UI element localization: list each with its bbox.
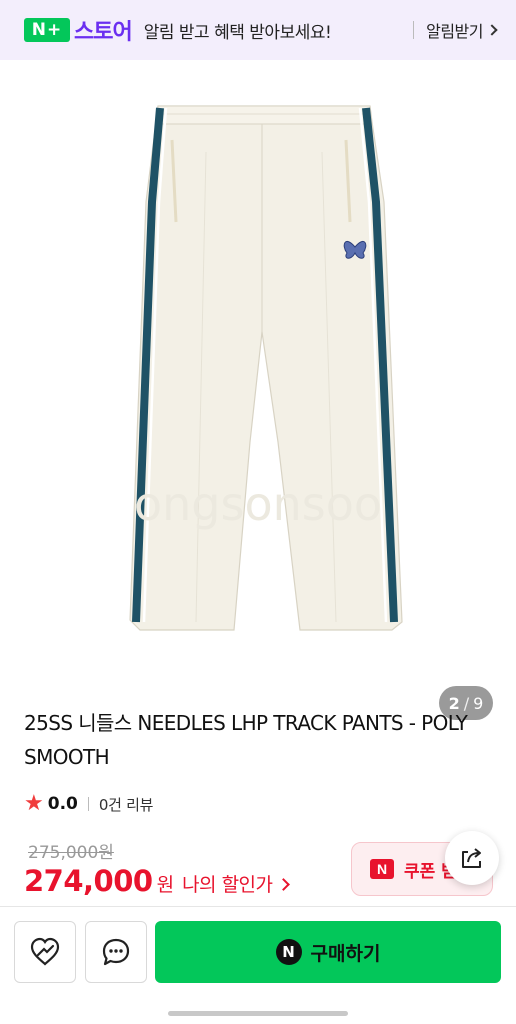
logo-badge: N+ xyxy=(24,18,70,42)
wishlist-heart-icon xyxy=(30,937,60,966)
rating-divider xyxy=(87,797,89,811)
chat-inquiry-button[interactable] xyxy=(85,921,147,983)
chevron-right-icon xyxy=(276,878,290,891)
wishlist-button[interactable] xyxy=(14,921,76,983)
naver-n-icon: N xyxy=(275,939,302,965)
review-count-link[interactable]: 0건 리뷰 xyxy=(99,794,154,815)
chat-bubble-icon xyxy=(102,938,130,966)
rating-score: 0.0 xyxy=(47,794,78,814)
home-indicator xyxy=(168,1011,348,1016)
banner-message: 알림 받고 혜택 받아보세요! xyxy=(143,22,332,43)
rating-summary: ★ 0.0 0건 리뷰 xyxy=(24,792,153,816)
sale-price: 274,000 xyxy=(24,864,153,898)
naver-plus-store-logo: N+ 스토어 xyxy=(24,14,133,46)
buy-now-label: 구매하기 xyxy=(310,942,381,965)
share-icon xyxy=(462,848,481,868)
product-image-track-pants: ongsonsoo xyxy=(129,105,403,631)
discount-price-link[interactable]: 274,000 원 나의 할인가 xyxy=(24,864,290,900)
app-install-banner[interactable]: N+ 스토어 알림 받고 혜택 받아보세요! 알림받기 xyxy=(0,0,516,60)
product-title: 25SS 니들스 NEEDLES LHP TRACK PANTS - POLY … xyxy=(24,711,468,769)
banner-divider xyxy=(413,21,415,39)
price-unit: 원 xyxy=(156,874,175,896)
logo-word: 스토어 xyxy=(74,20,133,45)
notification-subscribe-label: 알림받기 xyxy=(426,22,483,41)
image-watermark: ongsonsoo xyxy=(134,477,382,531)
my-discount-label: 나의 할인가 xyxy=(182,874,273,896)
product-image-gallery[interactable]: ongsonsoo 2 / 9 xyxy=(0,62,516,720)
bottom-action-bar: N 구매하기 xyxy=(0,906,516,1024)
original-price: 275,000원 xyxy=(28,843,114,863)
share-button[interactable] xyxy=(445,831,499,885)
star-icon: ★ xyxy=(24,791,44,816)
naver-n-icon: N xyxy=(370,859,394,879)
chevron-right-icon xyxy=(486,24,498,36)
buy-now-button[interactable]: N 구매하기 xyxy=(155,921,501,983)
notification-subscribe-link[interactable]: 알림받기 xyxy=(426,18,498,42)
